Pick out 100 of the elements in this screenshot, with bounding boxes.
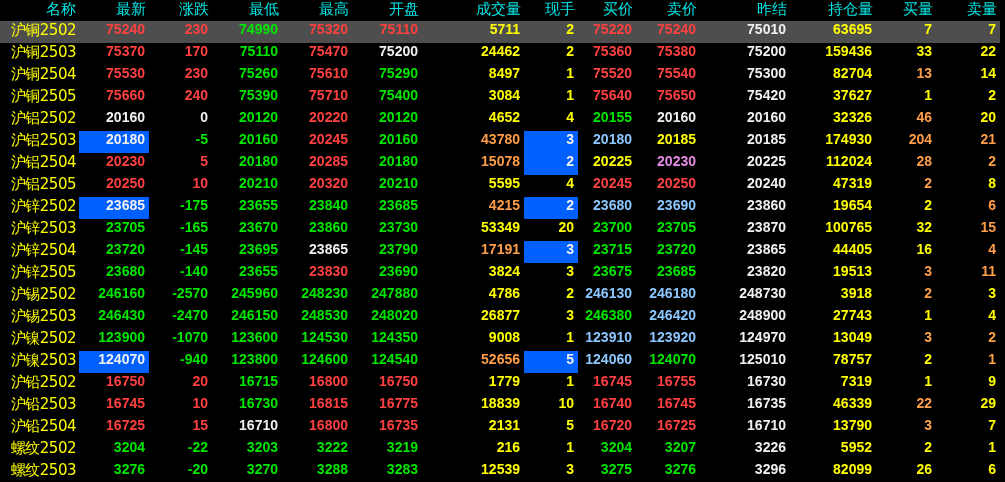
cell-value: 20 [558,219,574,235]
column-header[interactable]: 买价 [578,0,636,21]
cell-value: 23690 [657,197,696,213]
cell-value: 1 [566,87,574,103]
cell-value: 8497 [488,65,520,81]
cell-value: 123910 [585,329,632,345]
cell-value: 20210 [239,175,278,191]
cell-value: 16730 [747,373,786,389]
cell-value: 43780 [481,131,520,147]
column-header[interactable]: 卖价 [636,0,700,21]
contract-name[interactable]: 沪铜2502 [0,21,79,43]
column-header[interactable]: 最高 [282,0,352,21]
cell-value: 63695 [833,21,872,37]
cell-value: 23865 [309,241,348,257]
cell-value: 21 [980,131,996,147]
column-header[interactable]: 名称 [0,0,79,21]
contract-name[interactable]: 沪锌2502 [0,197,79,219]
cell-value: 10 [192,395,208,411]
cell-value: 13 [916,65,932,81]
cell-value: 16745 [106,395,145,411]
cell-value: 3 [924,329,932,345]
cell-value: 23690 [379,263,418,279]
cell-value: 20120 [379,109,418,125]
cell-value: 3226 [754,439,786,455]
cell-value: 23730 [379,219,418,235]
cell-value: -140 [179,263,208,279]
cell-value: 16745 [593,373,632,389]
column-header[interactable]: 持仓量 [790,0,876,21]
contract-name[interactable]: 沪铝2503 [0,131,79,153]
column-header[interactable]: 买量 [876,0,936,21]
cell-value: 20180 [106,131,145,147]
contract-name[interactable]: 沪锌2503 [0,219,79,241]
cell-value: 204 [908,131,932,147]
cell-value: 23830 [309,263,348,279]
cell-value: 75710 [309,87,348,103]
column-header[interactable]: 涨跌 [149,0,212,21]
contract-name[interactable]: 沪铅2502 [0,373,79,395]
cell-value: 75420 [747,87,786,103]
contract-name[interactable]: 螺纹2503 [0,461,79,482]
cell-value: 123920 [649,329,696,345]
contract-name[interactable]: 沪锡2503 [0,307,79,329]
cell-value: -5 [195,131,208,147]
cell-value: 74990 [239,21,278,37]
contract-name[interactable]: 沪锌2504 [0,241,79,263]
cell-value: 16755 [657,373,696,389]
contract-name[interactable]: 螺纹2502 [0,439,79,461]
cell-value: 20160 [379,131,418,147]
cell-value: 11 [981,263,996,279]
cell-value: 20160 [106,109,145,125]
cell-value: 19654 [833,197,872,213]
cell-value: 75220 [593,21,632,37]
cell-value: 246420 [649,307,696,323]
cell-value: 47319 [833,175,872,191]
cell-value: 246430 [98,307,145,323]
column-header[interactable]: 最低 [212,0,282,21]
cell-value: 248530 [301,307,348,323]
cell-value: 20 [192,373,208,389]
column-header[interactable]: 昨结 [700,0,790,21]
cell-value: 3276 [664,461,696,477]
cell-value: 23720 [657,241,696,257]
column-header[interactable]: 最新 [79,0,149,21]
cell-value: 3270 [246,461,278,477]
cell-value: 3918 [840,285,872,301]
contract-name[interactable]: 沪铝2504 [0,153,79,175]
cell-value: 20245 [309,131,348,147]
cell-value: 53349 [481,219,520,235]
cell-value: 3 [566,263,574,279]
cell-value: 28 [916,153,932,169]
contract-name[interactable]: 沪铅2503 [0,395,79,417]
contract-name[interactable]: 沪铜2505 [0,87,79,109]
column-header[interactable]: 卖量 [936,0,1000,21]
cell-value: 75370 [106,43,145,59]
contract-name[interactable]: 沪镍2503 [0,351,79,373]
cell-value: 75290 [379,65,418,81]
cell-value: 2 [988,329,996,345]
contract-name[interactable]: 沪铜2503 [0,43,79,65]
contract-name[interactable]: 沪铜2504 [0,65,79,87]
cell-value: 9 [988,373,996,389]
cell-value: 75200 [379,43,418,59]
cell-value: 75010 [747,21,786,37]
contract-name[interactable]: 沪锡2502 [0,285,79,307]
contract-name[interactable]: 沪镍2502 [0,329,79,351]
cell-value: 16775 [379,395,418,411]
cell-value: 20230 [106,153,145,169]
column-header[interactable]: 现手 [524,0,578,21]
cell-value: 2 [566,43,574,59]
cell-value: 15078 [481,153,520,169]
column-header[interactable]: 成交量 [422,0,524,21]
column-header[interactable]: 开盘 [352,0,422,21]
contract-name[interactable]: 沪铅2504 [0,417,79,439]
cell-value: 3084 [488,87,520,103]
cell-value: 240 [184,87,208,103]
contract-name[interactable]: 沪铝2502 [0,109,79,131]
contract-name[interactable]: 沪锌2505 [0,263,79,285]
cell-value: 15 [192,417,208,433]
contract-name[interactable]: 沪铝2505 [0,175,79,197]
cell-value: 2 [566,21,574,37]
cell-value: 174930 [825,131,872,147]
cell-value: 7 [988,417,996,433]
cell-value: 7 [924,21,932,37]
